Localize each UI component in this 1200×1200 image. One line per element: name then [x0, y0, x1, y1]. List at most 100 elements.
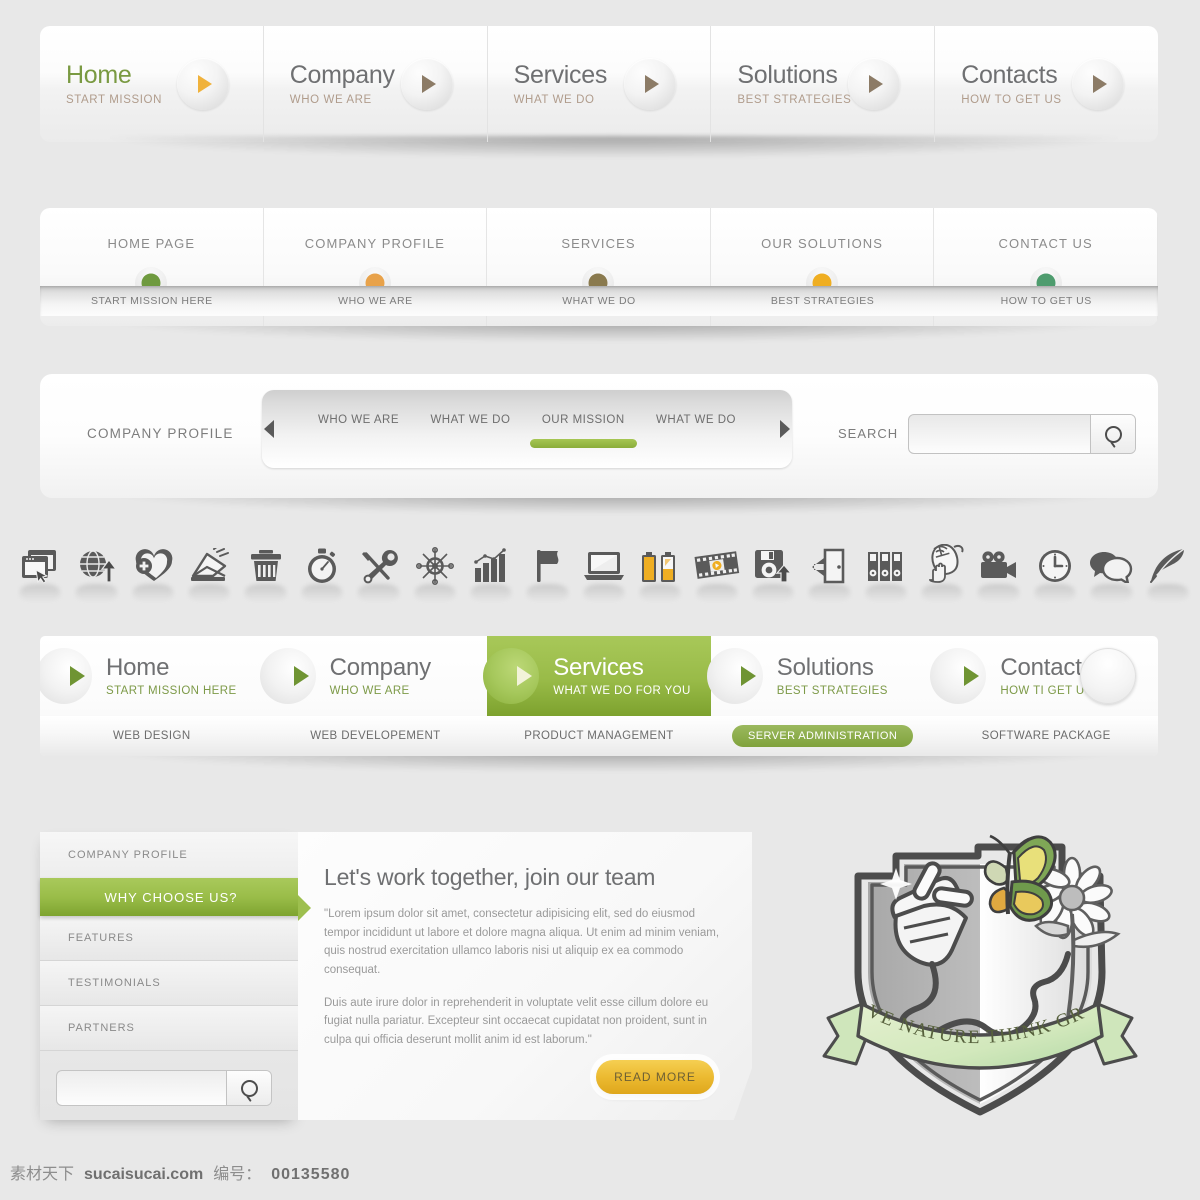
nav-item-services[interactable]: Services WHAT WE DO	[488, 26, 712, 142]
sublink-software-package[interactable]: SOFTWARE PACKAGE	[934, 730, 1158, 742]
read-more-button[interactable]: READ MORE	[596, 1060, 714, 1094]
floppy-disk-upload-icon	[745, 536, 801, 596]
tab-what-we-do[interactable]: WHAT WE DO	[426, 414, 514, 426]
compass-icon	[407, 536, 463, 596]
play-triangle-icon[interactable]	[176, 58, 229, 110]
play-triangle-icon[interactable]	[400, 58, 453, 110]
nav-title: Company	[289, 60, 395, 89]
nav2-subtitle: BEST STRATEGIES	[770, 295, 875, 307]
footer-site-cn: 素材天下	[10, 1166, 75, 1183]
speech-bubbles-icon	[1083, 536, 1139, 596]
nav4-item-company[interactable]: Company WHO WE ARE	[259, 636, 488, 716]
footer-id-value: 00135580	[271, 1166, 351, 1183]
nav4-item-solutions[interactable]: Solutions BEST STRATEGIES	[706, 636, 935, 716]
sidebar-search-box[interactable]	[56, 1070, 272, 1106]
nav4-item-contact-us[interactable]: Contact us HOW TI GET US	[930, 636, 1158, 716]
play-triangle-icon	[706, 648, 765, 704]
globe-upload-icon	[68, 536, 124, 596]
sidebar-search-input[interactable]	[57, 1071, 226, 1105]
content-title: Let's work together, join our team	[324, 864, 656, 890]
browser-window-cursor-icon	[12, 536, 68, 596]
footer-id-label: 编号：	[213, 1166, 262, 1183]
services-sublinks: WEB DESIGN WEB DEVELOPEMENT PRODUCT MANA…	[40, 716, 1158, 756]
nav-item-contacts[interactable]: Contacts HOW TO GET US	[935, 26, 1158, 142]
sublink-product-management[interactable]: PRODUCT MANAGEMENT	[487, 730, 711, 742]
nav-subtitle: BEST STRATEGIES	[737, 94, 852, 107]
sublink-label: SERVER ADMINISTRATION	[731, 725, 914, 747]
profile-tabs-bar: COMPANY PROFILE WHO WE ARE WHAT WE DO OU…	[40, 374, 1158, 514]
nav4-item-services[interactable]: Services WHAT WE DO FOR YOU	[483, 636, 711, 716]
search-label: SEARCH	[838, 426, 899, 441]
film-strip-play-icon	[689, 536, 745, 596]
search-button[interactable]	[1090, 415, 1135, 453]
nav4-title: Home	[106, 654, 170, 682]
services-nav-bar: Home START MISSION HERE Company WHO WE A…	[40, 636, 1158, 772]
sidebar-item-partners[interactable]: PARTNERS	[40, 1006, 298, 1051]
tab-what-we-do-2[interactable]: WHAT WE DO	[652, 414, 740, 426]
quill-feather-icon	[1140, 536, 1196, 596]
play-triangle-icon	[483, 648, 541, 704]
search-input[interactable]	[909, 415, 1090, 453]
play-triangle-icon[interactable]	[624, 58, 677, 110]
nav-title: Solutions	[737, 60, 838, 89]
nav4-title: Services	[553, 654, 644, 682]
sidebar-heading: COMPANY PROFILE	[40, 832, 298, 878]
panel-sidebar: COMPANY PROFILE WHY CHOOSE US? FEATURES …	[40, 832, 321, 1120]
sublink-web-developement[interactable]: WEB DEVELOPEMENT	[264, 730, 488, 742]
sidebar-item-why-choose-us[interactable]: WHY CHOOSE US?	[40, 878, 321, 916]
magnifier-icon	[240, 1079, 258, 1097]
stopwatch-icon	[294, 536, 350, 596]
sidebar-item-testimonials[interactable]: TESTIMONIALS	[40, 961, 298, 1006]
nav-subtitle: WHAT WE DO	[513, 94, 595, 107]
nav-item-company[interactable]: Company WHO WE ARE	[264, 26, 488, 142]
sublink-server-administration[interactable]: SERVER ADMINISTRATION	[711, 725, 935, 747]
nav-item-solutions[interactable]: Solutions BEST STRATEGIES	[711, 26, 936, 142]
shield-plug-butterfly-emblem: LOVE NATURE THINK GREEN	[792, 806, 1160, 1132]
tab-our-mission[interactable]: OUR MISSION	[529, 414, 637, 448]
nav2-title: HOME PAGE	[107, 236, 196, 251]
sidebar-item-features[interactable]: FEATURES	[40, 916, 298, 961]
nav-subtitle: START MISSION	[66, 94, 162, 107]
nav-item-home[interactable]: Home START MISSION	[40, 26, 264, 142]
search-box[interactable]	[908, 414, 1136, 454]
nav2-subtitle: HOW TO GET US	[1000, 295, 1092, 307]
tab-who-we-are[interactable]: WHO WE ARE	[314, 414, 403, 426]
wrench-screwdriver-icon	[350, 536, 406, 596]
nav-title: Services	[513, 60, 608, 89]
flag-icon	[520, 536, 576, 596]
nav4-subtitle: BEST STRATEGIES	[776, 684, 888, 697]
play-triangle-icon	[930, 648, 988, 704]
content-panel: COMPANY PROFILE WHY CHOOSE US? FEATURES …	[40, 832, 752, 1120]
nav2-subtitle: WHO WE ARE	[338, 295, 413, 307]
nav2-subtitle: START MISSION HERE	[90, 295, 213, 307]
battery-icon	[632, 536, 688, 596]
nav2-subtitle-strip: START MISSION HERE WHO WE ARE WHAT WE DO…	[40, 286, 1158, 316]
nav4-title: Solutions	[776, 654, 874, 682]
nav4-title: Company	[329, 654, 432, 682]
exit-door-icon	[801, 536, 857, 596]
envelope-send-icon	[181, 536, 237, 596]
nav2-title: COMPANY PROFILE	[304, 236, 446, 251]
play-triangle-icon	[40, 648, 94, 704]
video-camera-icon	[971, 536, 1027, 596]
panel-content: Let's work together, join our team "Lore…	[298, 832, 752, 1120]
page-root: Home START MISSION Company WHO WE ARE Se…	[0, 0, 1200, 1200]
nav2-title: CONTACT US	[998, 236, 1093, 251]
icon-set-row	[8, 536, 1200, 622]
sidebar-search-button[interactable]	[226, 1071, 271, 1105]
magnifier-icon	[1104, 425, 1122, 443]
play-triangle-icon[interactable]	[848, 58, 901, 110]
arrow-right-icon[interactable]	[774, 420, 790, 440]
footer-site-domain: sucaisucai.com	[84, 1166, 204, 1183]
arrow-left-icon[interactable]	[264, 420, 280, 440]
nav4-subtitle: START MISSION HERE	[106, 684, 237, 697]
nav2-title: OUR SOLUTIONS	[761, 236, 884, 251]
content-paragraph-1: "Lorem ipsum dolor sit amet, consectetur…	[324, 908, 720, 976]
nav-title: Contacts	[961, 60, 1058, 89]
trash-can-icon	[238, 536, 294, 596]
nav4-item-home[interactable]: Home START MISSION HERE	[40, 636, 264, 716]
play-triangle-icon[interactable]	[1071, 58, 1124, 110]
sublink-web-design[interactable]: WEB DESIGN	[40, 730, 264, 742]
computer-mouse-hand-icon	[914, 536, 970, 596]
round-knob-button[interactable]	[1079, 648, 1136, 704]
